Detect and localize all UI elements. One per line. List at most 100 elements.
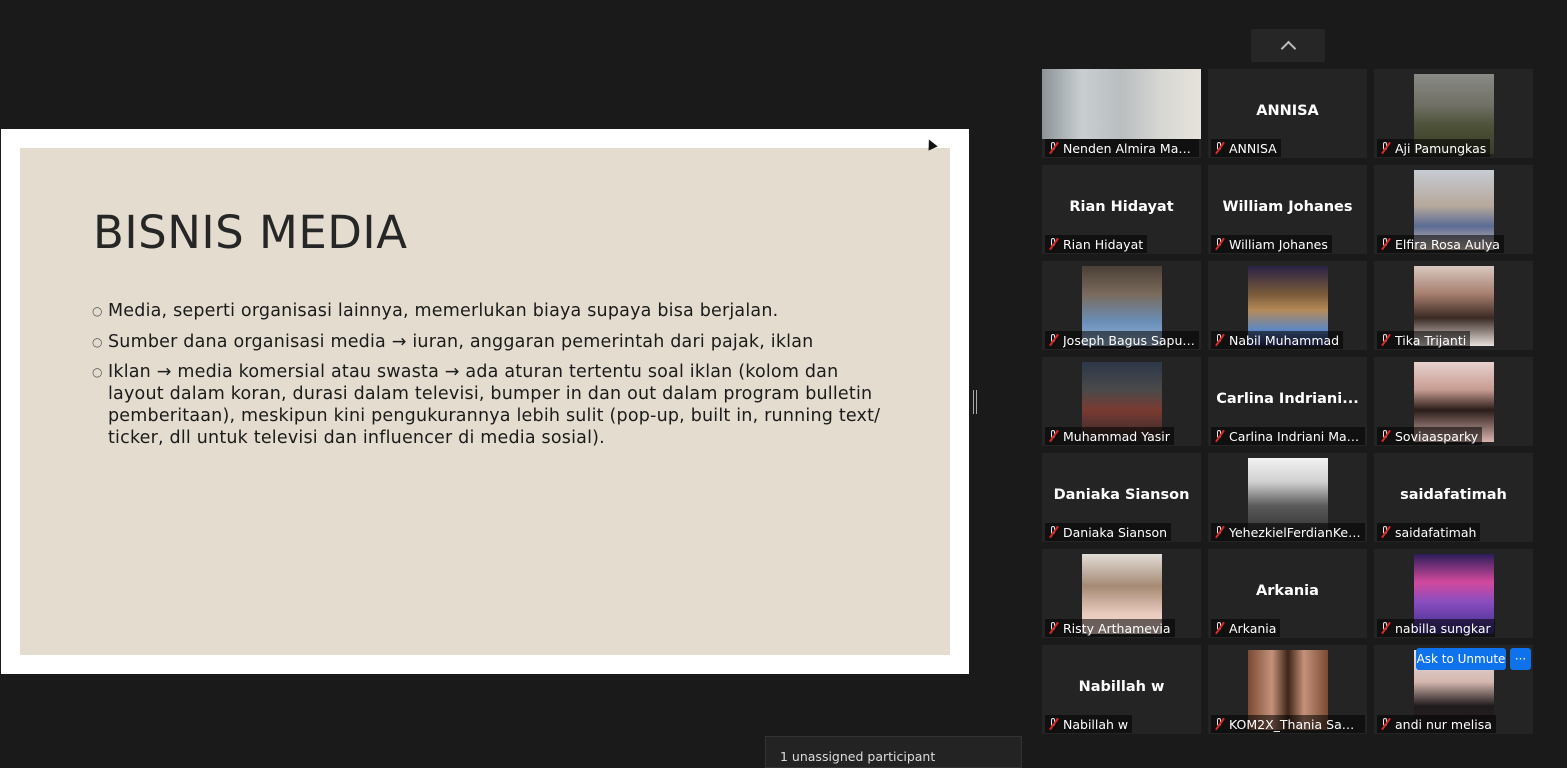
participant-tile[interactable]: Nenden Almira Mars... xyxy=(1042,69,1201,158)
participant-name-tag: KOM2X_Thania Safiera xyxy=(1211,715,1365,733)
participant-name-tag: William Johanes xyxy=(1211,235,1332,253)
mic-off-icon xyxy=(1212,237,1226,251)
participant-name-tag: nabilla sungkar xyxy=(1377,619,1495,637)
participant-name-tag: Tika Trijanti xyxy=(1377,331,1471,349)
participant-name-tag: Nabil Muhammad xyxy=(1211,331,1344,349)
mic-off-icon xyxy=(1378,237,1392,251)
participant-name: saidafatimah xyxy=(1395,524,1477,540)
participant-name: Tika Trijanti xyxy=(1395,332,1467,348)
participant-name: nabilla sungkar xyxy=(1395,620,1491,636)
participant-tile[interactable]: Soviaasparky xyxy=(1374,357,1533,446)
participant-name: Carlina Indriani Magd... xyxy=(1229,428,1361,444)
mic-off-icon xyxy=(1378,717,1392,731)
mic-off-icon xyxy=(1212,333,1226,347)
participant-display-name: Carlina Indriani... xyxy=(1216,391,1359,407)
participant-video xyxy=(1042,69,1201,139)
participant-name: Nenden Almira Mars... xyxy=(1063,140,1195,156)
participant-name-tag: Aji Pamungkas xyxy=(1377,139,1491,157)
participant-tile[interactable]: Muhammad Yasir xyxy=(1042,357,1201,446)
chevron-up-icon xyxy=(1280,40,1296,57)
participant-name-tag: Nabillah w xyxy=(1045,715,1133,733)
bullet-symbol: ○ xyxy=(92,334,103,349)
splitter-handle[interactable] xyxy=(973,390,977,414)
participant-tile[interactable]: Rian Hidayat Rian Hidayat xyxy=(1042,165,1201,254)
mic-off-icon xyxy=(1212,621,1226,635)
participant-tile[interactable]: Elfira Rosa Aulya xyxy=(1374,165,1533,254)
participant-tile[interactable]: Tika Trijanti xyxy=(1374,261,1533,350)
participant-name: Aji Pamungkas xyxy=(1395,140,1487,156)
participant-tile[interactable]: ANNISA ANNISA xyxy=(1208,69,1367,158)
participant-display-name: saidafatimah xyxy=(1400,487,1507,503)
mic-off-icon xyxy=(1378,525,1392,539)
mic-off-icon xyxy=(1046,237,1060,251)
participant-name-tag: ANNISA xyxy=(1211,139,1281,157)
participant-name-tag: Nenden Almira Mars... xyxy=(1045,139,1199,157)
mic-off-icon xyxy=(1212,429,1226,443)
mic-off-icon xyxy=(1046,621,1060,635)
unassigned-participant-panel[interactable]: 1 unassigned participant xyxy=(765,736,1022,768)
participant-name-tag: YehezkielFerdianKevin... xyxy=(1211,523,1365,541)
mic-off-icon xyxy=(1046,333,1060,347)
slide-bullet-list: ○ Media, seperti organisasi lainnya, meme… xyxy=(92,300,898,458)
participant-tile[interactable]: Aji Pamungkas xyxy=(1374,69,1533,158)
participant-name-tag: Elfira Rosa Aulya xyxy=(1377,235,1504,253)
collapse-gallery-button[interactable] xyxy=(1251,29,1325,62)
ask-to-unmute-button[interactable]: Ask to Unmute xyxy=(1416,648,1506,670)
bullet-symbol: ○ xyxy=(92,365,103,379)
participant-display-name: Arkania xyxy=(1256,583,1319,599)
participant-name-tag: Arkania xyxy=(1211,619,1281,637)
mic-off-icon xyxy=(1212,141,1226,155)
participant-tile[interactable]: Nabillah w Nabillah w xyxy=(1042,645,1201,734)
participant-name: Elfira Rosa Aulya xyxy=(1395,236,1500,252)
participant-name-tag: Joseph Bagus Saputra xyxy=(1045,331,1199,349)
mic-off-icon xyxy=(1378,429,1392,443)
participant-name-tag: Muhammad Yasir xyxy=(1045,427,1174,445)
mic-off-icon xyxy=(1046,525,1060,539)
mic-off-icon xyxy=(1378,333,1392,347)
mic-off-icon xyxy=(1212,525,1226,539)
participant-tile[interactable]: saidafatimah saidafatimah xyxy=(1374,453,1533,542)
participant-display-name: Rian Hidayat xyxy=(1069,199,1174,215)
participant-tile[interactable]: Nabil Muhammad xyxy=(1208,261,1367,350)
participant-tile[interactable]: KOM2X_Thania Safiera xyxy=(1208,645,1367,734)
participant-tile[interactable]: Risty Arthamevia xyxy=(1042,549,1201,638)
slide-bullet: ○ Sumber dana organisasi media → iuran, a… xyxy=(92,331,814,352)
participant-name: Nabillah w xyxy=(1063,716,1129,732)
participant-display-name: ANNISA xyxy=(1256,103,1319,119)
participant-tile[interactable]: nabilla sungkar xyxy=(1374,549,1533,638)
participant-tile[interactable]: William Johanes William Johanes xyxy=(1208,165,1367,254)
participant-tile[interactable]: Carlina Indriani... Carlina Indriani Magd… xyxy=(1208,357,1367,446)
participant-name: Nabil Muhammad xyxy=(1229,332,1340,348)
participant-name-tag: Daniaka Sianson xyxy=(1045,523,1172,541)
participant-name: Muhammad Yasir xyxy=(1063,428,1170,444)
mic-off-icon xyxy=(1378,141,1392,155)
participant-tile[interactable]: YehezkielFerdianKevin... xyxy=(1208,453,1367,542)
participant-name: KOM2X_Thania Safiera xyxy=(1229,716,1361,732)
participant-name: YehezkielFerdianKevin... xyxy=(1229,524,1361,540)
participant-name-tag: Risty Arthamevia xyxy=(1045,619,1175,637)
mic-off-icon xyxy=(1046,141,1060,155)
participant-name-tag: Soviaasparky xyxy=(1377,427,1483,445)
mic-off-icon xyxy=(1046,717,1060,731)
participant-name-tag: andi nur melisa xyxy=(1377,715,1496,733)
participant-name-tag: Rian Hidayat xyxy=(1045,235,1148,253)
participant-name: Soviaasparky xyxy=(1395,428,1479,444)
participant-name: Daniaka Sianson xyxy=(1063,524,1168,540)
mic-off-icon xyxy=(1212,717,1226,731)
mic-off-icon xyxy=(1378,621,1392,635)
participant-name: William Johanes xyxy=(1229,236,1328,252)
participant-name: ANNISA xyxy=(1229,140,1277,156)
bullet-symbol: ○ xyxy=(92,304,103,318)
participant-tile[interactable]: Arkania Arkania xyxy=(1208,549,1367,638)
participant-name: andi nur melisa xyxy=(1395,716,1492,732)
slide-bullet: ○ Media, seperti organisasi lainnya, meme… xyxy=(92,301,779,321)
participant-tile[interactable]: Daniaka Sianson Daniaka Sianson xyxy=(1042,453,1201,542)
more-options-button[interactable]: ··· xyxy=(1510,648,1531,670)
mic-off-icon xyxy=(1046,429,1060,443)
slide-content: BISNIS MEDIA ○ Media, seperti organisasi … xyxy=(20,148,950,655)
participant-tile[interactable]: Joseph Bagus Saputra xyxy=(1042,261,1201,350)
participant-display-name: William Johanes xyxy=(1222,199,1353,215)
participant-name: Rian Hidayat xyxy=(1063,236,1144,252)
participant-display-name: Nabillah w xyxy=(1078,679,1165,695)
shared-screen: BISNIS MEDIA ○ Media, seperti organisasi … xyxy=(1,129,969,674)
